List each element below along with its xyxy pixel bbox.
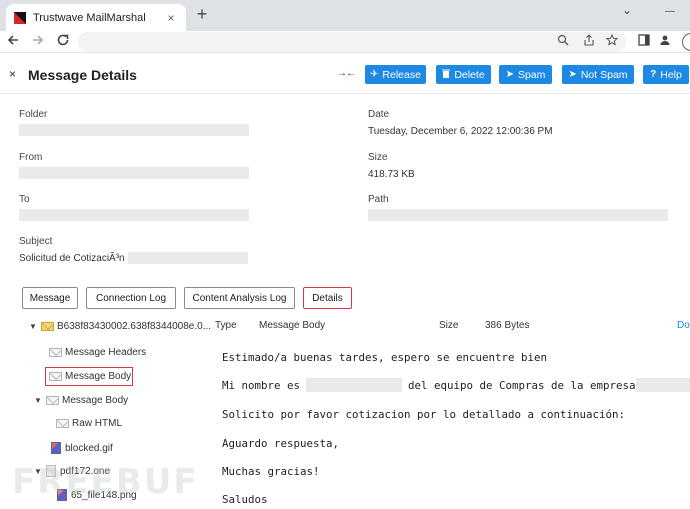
back-arrow-icon[interactable] — [5, 33, 21, 49]
subject-value-redacted — [128, 252, 248, 264]
profile-avatar[interactable] — [682, 33, 690, 51]
tab-details[interactable]: Details — [303, 287, 352, 309]
body-line: Muchas gracias! — [222, 465, 320, 478]
close-icon[interactable]: × — [9, 67, 16, 81]
tab-close-icon[interactable]: × — [164, 11, 178, 25]
reload-icon[interactable] — [55, 33, 71, 49]
browser-tab[interactable]: Trustwave MailMarshal × — [6, 4, 186, 31]
from-label: From — [19, 152, 43, 163]
address-bar-row — [0, 31, 690, 53]
subject-value: Solicitud de CotizaciÃ³n — [19, 253, 125, 264]
help-icon: ? — [650, 69, 657, 80]
to-value-redacted — [19, 209, 249, 221]
tab-title: Trustwave MailMarshal — [33, 11, 146, 24]
tree-item-root[interactable]: ▼ B638f83430002.638f8344008e.0... — [29, 321, 211, 332]
chevron-down-icon[interactable]: ▼ — [29, 322, 39, 331]
message-details-header: × Message Details →← ✈ Release Delete ➤ … — [0, 56, 690, 94]
tree-item-message-headers[interactable]: Message Headers — [49, 347, 146, 358]
from-value-redacted — [19, 167, 249, 179]
date-value: Tuesday, December 6, 2022 12:00:36 PM — [368, 126, 553, 137]
folder-value-redacted — [19, 124, 249, 136]
watermark: FREEBUF — [12, 462, 199, 502]
page-title: Message Details — [28, 67, 137, 83]
path-value-redacted — [368, 209, 668, 221]
zoom-icon[interactable] — [556, 34, 570, 49]
company-redacted — [636, 378, 690, 392]
not-spam-button[interactable]: ➤ Not Spam — [562, 65, 634, 84]
delete-button[interactable]: Delete — [436, 65, 491, 84]
mailmarshal-favicon-icon — [14, 11, 26, 24]
size-detail-value: 386 Bytes — [485, 320, 530, 331]
account-icon[interactable] — [657, 33, 673, 49]
body-line: Mi nombre es — [222, 379, 301, 392]
type-value: Message Body — [259, 320, 326, 331]
url-input[interactable] — [78, 32, 626, 52]
browser-tab-strip: Trustwave MailMarshal × + ⌄ — — [0, 0, 690, 31]
spam-button[interactable]: ➤ Spam — [499, 65, 552, 84]
size-detail-label: Size — [439, 320, 459, 331]
body-line: Saludos — [222, 493, 268, 506]
type-label: Type — [215, 320, 237, 331]
tab-content-analysis-log[interactable]: Content Analysis Log — [184, 287, 295, 309]
size-value: 418.73 KB — [368, 169, 415, 180]
envelope-icon — [49, 348, 62, 357]
download-link[interactable]: Do — [677, 320, 690, 331]
trash-icon — [442, 69, 451, 81]
image-file-icon — [51, 442, 61, 454]
tab-connection-log[interactable]: Connection Log — [86, 287, 176, 309]
side-panel-icon[interactable] — [636, 33, 652, 49]
path-label: Path — [368, 194, 389, 205]
size-label: Size — [368, 152, 388, 163]
send-icon: ➤ — [505, 69, 514, 80]
send-icon: ➤ — [568, 69, 577, 80]
release-button[interactable]: ✈ Release — [365, 65, 426, 84]
chevron-down-icon[interactable]: ▼ — [34, 396, 44, 405]
name-redacted — [306, 378, 402, 392]
subject-label: Subject — [19, 236, 53, 247]
tab-search-icon[interactable]: ⌄ — [622, 3, 632, 17]
tree-item-blocked-gif[interactable]: blocked.gif — [51, 442, 113, 454]
bookmark-star-icon[interactable] — [605, 33, 619, 49]
tree-item-message-body[interactable]: ▼ Message Body — [34, 395, 128, 406]
minimize-button[interactable]: — — [665, 6, 675, 17]
help-button[interactable]: ? Help — [643, 65, 689, 84]
tab-message[interactable]: Message — [22, 287, 78, 309]
body-line: Solicito por favor cotizacion por lo det… — [222, 408, 626, 421]
envelope-icon — [46, 396, 59, 405]
selection-highlight — [45, 367, 133, 386]
folder-label: Folder — [19, 109, 48, 120]
new-tab-button[interactable]: + — [193, 5, 211, 23]
to-label: To — [19, 194, 30, 205]
collapse-arrows-icon[interactable]: →← — [337, 68, 356, 79]
forward-arrow-icon[interactable] — [30, 33, 46, 49]
share-icon[interactable] — [582, 34, 596, 49]
tree-item-raw-html[interactable]: Raw HTML — [56, 418, 122, 429]
body-line: Estimado/a buenas tardes, espero se encu… — [222, 351, 548, 364]
envelope-icon — [56, 419, 69, 428]
body-line: Aguardo respuesta, — [222, 437, 340, 450]
date-label: Date — [368, 109, 390, 120]
envelope-icon — [41, 322, 54, 331]
paper-plane-icon: ✈ — [370, 69, 379, 80]
body-line: del equipo de Compras de la empresa — [408, 379, 636, 392]
